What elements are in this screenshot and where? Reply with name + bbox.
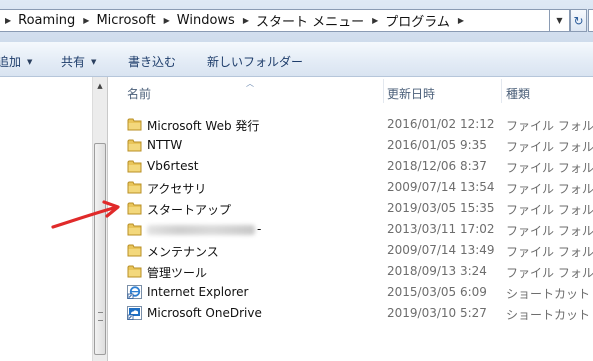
file-type: ファイル フォル	[506, 119, 593, 133]
refresh-button[interactable]: ↻	[570, 9, 587, 32]
obscured-file-name	[147, 225, 255, 235]
file-date: 2009/07/14 13:49	[387, 243, 495, 257]
file-row[interactable]: NTTW 2016/01/05 9:35 ファイル フォル	[127, 135, 593, 156]
file-name[interactable]: NTTW	[147, 138, 182, 152]
file-name[interactable]: -	[257, 222, 261, 236]
breadcrumb-separator-icon[interactable]: ▶	[366, 16, 385, 25]
column-divider[interactable]	[383, 79, 384, 103]
file-row[interactable]: Internet Explorer 2015/03/05 6:09 ショートカッ…	[127, 282, 593, 303]
internet-explorer-shortcut-icon	[127, 285, 142, 299]
file-type: ショートカット	[506, 308, 591, 322]
breadcrumb-item-programs[interactable]: ▶ プログラム	[366, 11, 452, 30]
add-to-library-button[interactable]: 追加 ▼	[0, 53, 32, 70]
sort-indicator-icon: ︿	[246, 79, 254, 88]
grip-icon	[98, 312, 103, 321]
folder-icon	[127, 223, 142, 236]
file-row[interactable]: Microsoft Web 発行 2016/01/02 12:12 ファイル フ…	[127, 114, 593, 135]
file-list: ︿ 名前 更新日時 種類 Microsoft Web 発行 2016/01/02…	[109, 77, 593, 361]
file-type: ファイル フォル	[506, 161, 593, 175]
file-date: 2016/01/02 12:12	[387, 117, 495, 131]
file-name[interactable]: Microsoft OneDrive	[147, 306, 262, 320]
chevron-down-icon: ▼	[91, 57, 97, 66]
file-type: ショートカット	[506, 287, 591, 301]
column-header-date[interactable]: 更新日時	[387, 85, 435, 102]
scrollbar-thumb[interactable]	[94, 143, 106, 355]
search-input[interactable]	[588, 9, 593, 32]
file-type: ファイル フォル	[506, 182, 593, 196]
file-date: 2018/12/06 8:37	[387, 159, 487, 173]
column-divider[interactable]	[501, 79, 502, 103]
file-date: 2009/07/14 13:54	[387, 180, 495, 194]
file-name[interactable]: スタートアップ	[147, 201, 231, 218]
folder-icon	[127, 265, 142, 278]
share-button[interactable]: 共有 ▼	[61, 53, 96, 70]
address-bar-area: ▶ Roaming ▶ Microsoft ▶ Windows ▶ スタート メ…	[0, 0, 593, 42]
breadcrumb-item-start-menu[interactable]: ▶ スタート メニュー	[237, 11, 366, 30]
folder-icon	[127, 244, 142, 257]
file-date: 2015/03/05 6:09	[387, 285, 487, 299]
new-folder-label: 新しいフォルダー	[207, 55, 304, 69]
scroll-up-icon[interactable]: ▲	[93, 79, 107, 93]
refresh-icon: ↻	[573, 13, 584, 28]
file-row[interactable]: - 2013/03/11 17:02 ファイル フォル	[127, 219, 593, 240]
file-name[interactable]: 管理ツール	[147, 264, 207, 281]
file-name[interactable]: Internet Explorer	[147, 285, 248, 299]
file-date: 2016/01/05 9:35	[387, 138, 487, 152]
add-to-library-label: 追加	[0, 55, 22, 69]
file-row[interactable]: 管理ツール 2018/09/13 3:24 ファイル フォル	[127, 261, 593, 282]
address-bar[interactable]: ▶ Roaming ▶ Microsoft ▶ Windows ▶ スタート メ…	[0, 9, 550, 32]
command-bar: 追加 ▼ 共有 ▼ 書き込む 新しいフォルダー	[0, 42, 593, 77]
navigation-pane[interactable]	[0, 77, 92, 361]
breadcrumb-separator-icon[interactable]: ▶	[77, 16, 96, 25]
file-type: ファイル フォル	[506, 266, 593, 280]
share-label: 共有	[61, 55, 86, 69]
file-type: ファイル フォル	[506, 140, 593, 154]
new-folder-button[interactable]: 新しいフォルダー	[207, 53, 303, 70]
navigation-pane-scrollbar[interactable]: ▲	[92, 77, 108, 361]
breadcrumb-separator-icon[interactable]: ▶	[237, 16, 256, 25]
breadcrumb-label[interactable]: プログラム	[385, 11, 452, 30]
file-date: 2018/09/13 3:24	[387, 264, 487, 278]
breadcrumb-separator-icon[interactable]: ▶	[452, 16, 471, 25]
file-row[interactable]: Microsoft OneDrive 2019/03/10 5:27 ショートカ…	[127, 303, 593, 324]
breadcrumb-separator-icon[interactable]: ▶	[158, 16, 177, 25]
file-type: ファイル フォル	[506, 245, 593, 259]
file-name[interactable]: Vb6rtest	[147, 159, 198, 173]
breadcrumb-item-roaming[interactable]: ▶ Roaming	[0, 13, 77, 28]
file-name[interactable]: Microsoft Web 発行	[147, 117, 259, 134]
column-header-name[interactable]: 名前	[127, 85, 151, 102]
file-date: 2019/03/05 15:35	[387, 201, 495, 215]
column-header-type[interactable]: 種類	[506, 85, 530, 102]
breadcrumb-item-next[interactable]: ▶	[452, 16, 471, 25]
folder-icon	[127, 160, 142, 173]
breadcrumb-separator-icon[interactable]: ▶	[0, 16, 18, 25]
breadcrumb-label[interactable]: Roaming	[18, 13, 77, 28]
file-date: 2019/03/10 5:27	[387, 306, 487, 320]
breadcrumb-label[interactable]: Microsoft	[96, 13, 157, 28]
breadcrumb-label[interactable]: スタート メニュー	[256, 11, 366, 30]
folder-icon	[127, 181, 142, 194]
burn-button[interactable]: 書き込む	[128, 53, 176, 70]
folder-icon	[127, 202, 142, 215]
breadcrumb-item-windows[interactable]: ▶ Windows	[158, 13, 237, 28]
file-row[interactable]: メンテナンス 2009/07/14 13:49 ファイル フォル	[127, 240, 593, 261]
chevron-down-icon: ▼	[27, 57, 33, 66]
file-type: ファイル フォル	[506, 203, 593, 217]
breadcrumb-label[interactable]: Windows	[177, 13, 237, 28]
folder-icon	[127, 139, 142, 152]
file-row[interactable]: スタートアップ 2019/03/05 15:35 ファイル フォル	[127, 198, 593, 219]
file-type: ファイル フォル	[506, 224, 593, 238]
folder-icon	[127, 118, 142, 131]
file-name[interactable]: メンテナンス	[147, 243, 219, 260]
onedrive-shortcut-icon	[127, 306, 142, 320]
file-name[interactable]: アクセサリ	[147, 180, 206, 197]
file-date: 2013/03/11 17:02	[387, 222, 495, 236]
file-row[interactable]: アクセサリ 2009/07/14 13:54 ファイル フォル	[127, 177, 593, 198]
file-row[interactable]: Vb6rtest 2018/12/06 8:37 ファイル フォル	[127, 156, 593, 177]
burn-label: 書き込む	[128, 55, 177, 69]
address-history-dropdown[interactable]: ▼	[550, 9, 570, 32]
breadcrumb-item-microsoft[interactable]: ▶ Microsoft	[77, 13, 157, 28]
chevron-down-icon: ▼	[556, 16, 563, 25]
